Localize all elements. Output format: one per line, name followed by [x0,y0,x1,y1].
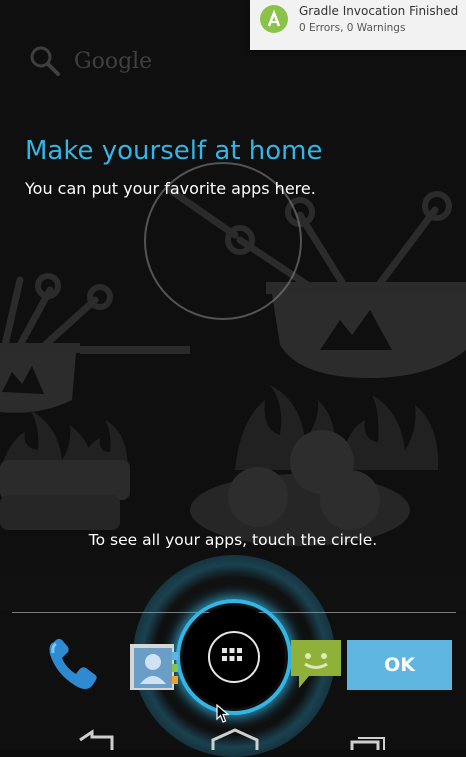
android-studio-icon [260,5,288,33]
notification-gradle[interactable]: Gradle Invocation Finished 0 Errors, 0 W… [250,0,466,50]
all-apps-hint: To see all your apps, touch the circle. [88,531,378,549]
navigation-bar [79,728,385,750]
messaging-icon[interactable] [289,636,343,692]
ok-button[interactable]: OK [347,640,452,690]
google-label: Google [74,48,153,74]
all-apps-button[interactable] [183,606,285,708]
search-icon [30,46,60,76]
home-icon[interactable] [211,728,259,750]
all-apps-icon-ring [208,631,260,683]
recents-icon[interactable] [350,737,385,750]
phone-icon[interactable] [44,634,104,694]
back-icon[interactable] [79,729,114,750]
google-search-bar: Google [28,44,152,78]
notification-title: Gradle Invocation Finished [299,4,459,18]
cling-title: Make yourself at home [25,136,323,166]
notification-subtitle: 0 Errors, 0 Warnings [299,22,406,34]
cling-description: You can put your favorite apps here. [25,179,316,198]
contacts-icon[interactable] [128,638,180,692]
apps-grid-icon [222,648,242,661]
mouse-cursor-icon [216,704,230,723]
